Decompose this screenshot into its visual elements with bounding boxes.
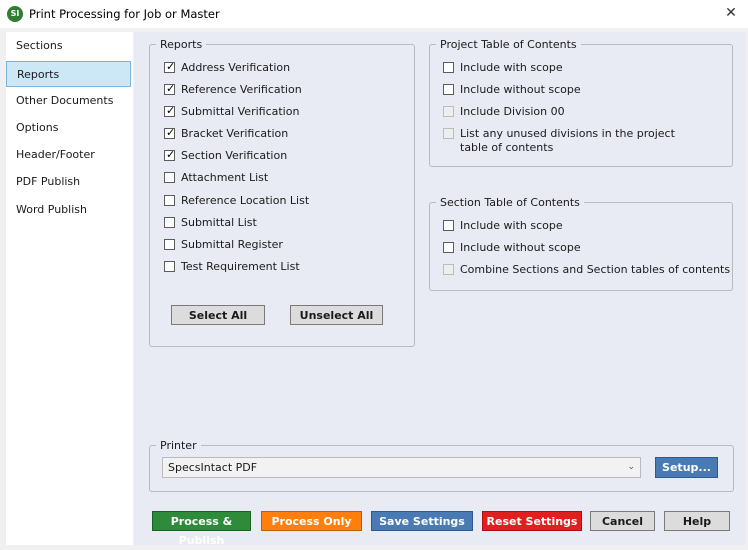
printer-legend: Printer <box>160 439 197 452</box>
checkbox-label: Submittal Verification <box>181 105 300 118</box>
reset-settings-button[interactable]: Reset Settings <box>482 511 582 531</box>
checkbox <box>443 128 454 139</box>
sidebar-item-options[interactable]: Options <box>6 115 131 141</box>
chevron-down-icon: ⌄ <box>627 462 635 472</box>
checkbox[interactable] <box>164 195 175 206</box>
sidebar-item-pdf-publish[interactable]: PDF Publish <box>6 169 131 195</box>
app-logo-icon: SI <box>7 6 23 22</box>
checkbox[interactable] <box>164 239 175 250</box>
checkbox-label: Submittal Register <box>181 238 283 251</box>
setup-button[interactable]: Setup... <box>655 457 718 478</box>
sidebar-item-word-publish[interactable]: Word Publish <box>6 197 131 223</box>
checkbox[interactable] <box>443 242 454 253</box>
checkbox-label: Submittal List <box>181 216 257 229</box>
checkbox-label: Section Verification <box>181 149 288 162</box>
checkbox[interactable]: ✓ <box>164 104 176 117</box>
checkbox[interactable] <box>164 172 175 183</box>
checkbox[interactable] <box>164 261 175 272</box>
checkbox[interactable]: ✓ <box>164 60 176 73</box>
check-icon: ✓ <box>166 148 176 161</box>
checkbox[interactable] <box>443 62 454 73</box>
select-all-button[interactable]: Select All <box>171 305 265 325</box>
checkbox-label: Combine Sections and Section tables of c… <box>460 263 731 276</box>
checkbox-label: Reference Verification <box>181 83 302 96</box>
check-icon: ✓ <box>166 104 176 117</box>
process-publish-button[interactable]: Process & Publish <box>152 511 251 547</box>
sidebar-item-other-documents[interactable]: Other Documents <box>6 88 131 114</box>
process-only-button[interactable]: Process Only <box>261 511 362 531</box>
close-icon[interactable]: ✕ <box>722 4 740 22</box>
check-icon: ✓ <box>166 126 176 139</box>
help-button[interactable]: Help <box>664 511 730 531</box>
checkbox[interactable] <box>443 84 454 95</box>
project-toc-legend: Project Table of Contents <box>440 38 577 51</box>
section-toc-legend: Section Table of Contents <box>440 196 580 209</box>
unselect-all-button[interactable]: Unselect All <box>290 305 383 325</box>
checkbox-label: Bracket Verification <box>181 127 289 140</box>
checkbox-label: Include without scope <box>460 83 581 96</box>
checkbox-label: Include Division 00 <box>460 105 565 118</box>
check-icon: ✓ <box>166 60 176 73</box>
checkbox[interactable]: ✓ <box>164 148 176 161</box>
checkbox[interactable] <box>443 220 454 231</box>
check-icon: ✓ <box>166 82 176 95</box>
checkbox <box>443 264 454 275</box>
checkbox[interactable] <box>164 217 175 228</box>
sidebar-item-reports[interactable]: Reports <box>6 61 131 87</box>
sidebar: Sections Reports Other Documents Options… <box>6 32 133 545</box>
cancel-button[interactable]: Cancel <box>590 511 655 531</box>
checkbox-label: Reference Location List <box>181 194 310 207</box>
checkbox-label: Include with scope <box>460 61 563 74</box>
checkbox-label: Attachment List <box>181 171 269 184</box>
sidebar-item-sections[interactable]: Sections <box>6 33 131 59</box>
printer-select-value: SpecsIntact PDF <box>168 461 258 474</box>
checkbox[interactable]: ✓ <box>164 126 176 139</box>
checkbox-label: Test Requirement List <box>181 260 300 273</box>
window-title: Print Processing for Job or Master <box>29 7 220 21</box>
title-bar: SI Print Processing for Job or Master ✕ <box>0 0 748 28</box>
sidebar-item-header-footer[interactable]: Header/Footer <box>6 142 131 168</box>
checkbox <box>443 106 454 117</box>
checkbox-label: Include with scope <box>460 219 563 232</box>
checkbox-label: Address Verification <box>181 61 291 74</box>
checkbox-label: Include without scope <box>460 241 581 254</box>
printer-select[interactable]: SpecsIntact PDF ⌄ <box>162 457 641 478</box>
reports-legend: Reports <box>160 38 203 51</box>
checkbox[interactable]: ✓ <box>164 82 176 95</box>
checkbox-label: List any unused divisions in the project… <box>460 127 675 154</box>
save-settings-button[interactable]: Save Settings <box>371 511 473 531</box>
